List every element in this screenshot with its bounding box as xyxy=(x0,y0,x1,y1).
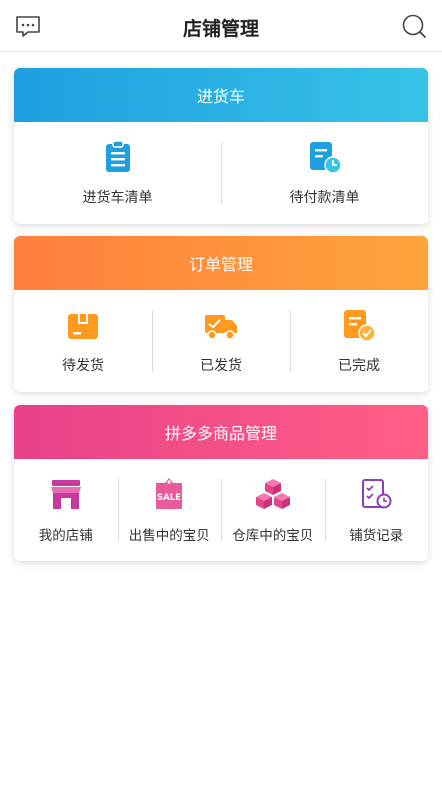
storefront-icon xyxy=(50,480,81,509)
package-icon xyxy=(68,314,98,339)
on-sale-products-button[interactable]: SALE 出售中的宝贝 xyxy=(117,459,222,561)
purchase-cart-card: 进货车 进货车清单 待付款清单 xyxy=(14,68,428,224)
pinduoduo-product-management-card: 拼多多商品管理 我的店铺 SALE 出售中的宝贝 仓库中的宝贝 铺货记录 xyxy=(14,405,428,561)
warehouse-products-button[interactable]: 仓库中的宝贝 xyxy=(221,459,325,561)
document-check-icon xyxy=(344,310,376,342)
purchase-cart-list-label: 进货车清单 xyxy=(82,190,153,206)
pending-payment-list-label: 待付款清单 xyxy=(289,190,360,206)
to-ship-button[interactable]: 待发货 xyxy=(14,290,152,392)
purchase-cart-list-button[interactable]: 进货车清单 xyxy=(14,122,221,224)
completed-button[interactable]: 已完成 xyxy=(290,290,428,392)
listing-records-button[interactable]: 铺货记录 xyxy=(324,459,429,561)
sale-tag-icon: SALE xyxy=(156,478,183,509)
on-sale-products-label: 出售中的宝贝 xyxy=(128,528,210,544)
pending-payment-list-button[interactable]: 待付款清单 xyxy=(221,122,428,224)
warehouse-products-label: 仓库中的宝贝 xyxy=(232,528,314,544)
section-title-pinduoduo: 拼多多商品管理 xyxy=(14,405,428,459)
to-ship-label: 待发货 xyxy=(62,358,104,374)
search-icon[interactable] xyxy=(400,12,428,40)
my-store-button[interactable]: 我的店铺 xyxy=(14,459,118,561)
section-title-purchase-cart: 进货车 xyxy=(14,68,428,122)
clipboard-list-icon xyxy=(105,140,130,172)
checklist-clock-icon xyxy=(362,479,392,509)
page-title: 店铺管理 xyxy=(182,18,259,40)
order-management-card: 订单管理 待发货 已发货 已完成 xyxy=(14,236,428,392)
my-store-label: 我的店铺 xyxy=(38,528,93,544)
bill-clock-icon xyxy=(309,142,342,174)
listing-records-label: 铺货记录 xyxy=(349,528,404,544)
sale-tag-text: SALE xyxy=(157,493,181,503)
shipped-button[interactable]: 已发货 xyxy=(152,290,290,392)
section-title-order-management: 订单管理 xyxy=(14,236,428,290)
boxes-icon xyxy=(255,479,290,509)
completed-label: 已完成 xyxy=(338,358,380,374)
delivery-truck-icon xyxy=(205,315,237,340)
top-bar: 店铺管理 xyxy=(0,0,442,52)
shipped-label: 已发货 xyxy=(200,358,242,374)
